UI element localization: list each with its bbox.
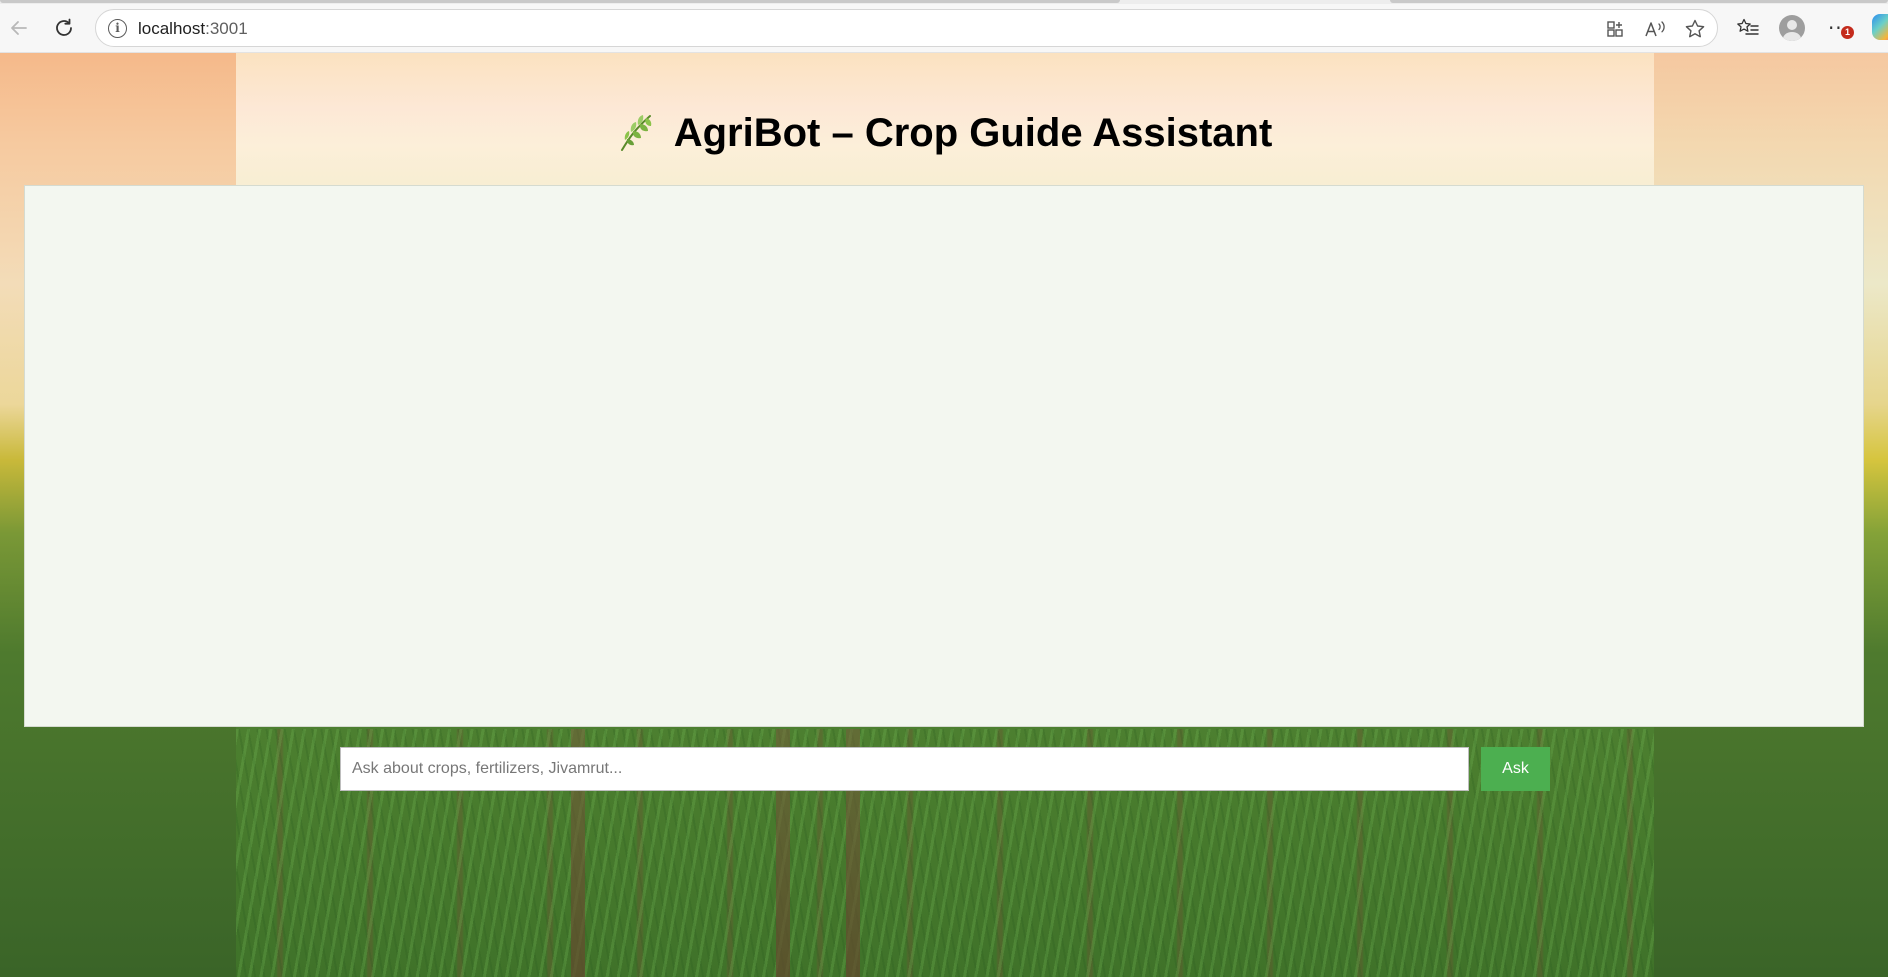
star-icon[interactable] <box>1682 17 1708 41</box>
profile-button[interactable] <box>1775 11 1809 45</box>
tab-edge-inactive <box>1390 0 1888 3</box>
read-aloud-icon[interactable] <box>1642 17 1668 41</box>
address-bar[interactable]: i localhost:3001 <box>95 9 1718 47</box>
page-title: AgriBot – Crop Guide Assistant <box>0 111 1888 156</box>
app-grid-icon[interactable] <box>1602 17 1628 41</box>
favorites-list-icon[interactable] <box>1731 11 1765 45</box>
page-title-text: AgriBot – Crop Guide Assistant <box>673 111 1273 155</box>
page-viewport: AgriBot – Crop Guide Assistant Ask <box>0 53 1888 977</box>
tab-strip-edge <box>0 0 1888 4</box>
ask-button[interactable]: Ask <box>1481 747 1550 791</box>
question-form: Ask <box>340 747 1550 791</box>
profile-avatar-icon <box>1779 15 1805 41</box>
browser-toolbar: i localhost:3001 ··· 1 <box>0 0 1888 53</box>
more-menu-button[interactable]: ··· 1 <box>1822 11 1856 45</box>
back-button[interactable] <box>2 11 36 45</box>
url-port: :3001 <box>205 19 248 38</box>
tab-edge-active <box>0 0 1120 3</box>
back-arrow-icon <box>11 21 27 35</box>
question-input[interactable] <box>340 747 1469 791</box>
info-icon[interactable]: i <box>108 19 127 38</box>
reload-icon <box>56 18 72 36</box>
url-host: localhost <box>138 19 206 38</box>
url-text[interactable]: localhost:3001 <box>138 19 248 39</box>
copilot-icon[interactable] <box>1872 14 1888 40</box>
notification-badge: 1 <box>1841 26 1854 39</box>
chat-history-panel[interactable] <box>24 185 1864 727</box>
herb-leaf-icon <box>616 112 656 152</box>
reload-button[interactable] <box>47 11 81 45</box>
